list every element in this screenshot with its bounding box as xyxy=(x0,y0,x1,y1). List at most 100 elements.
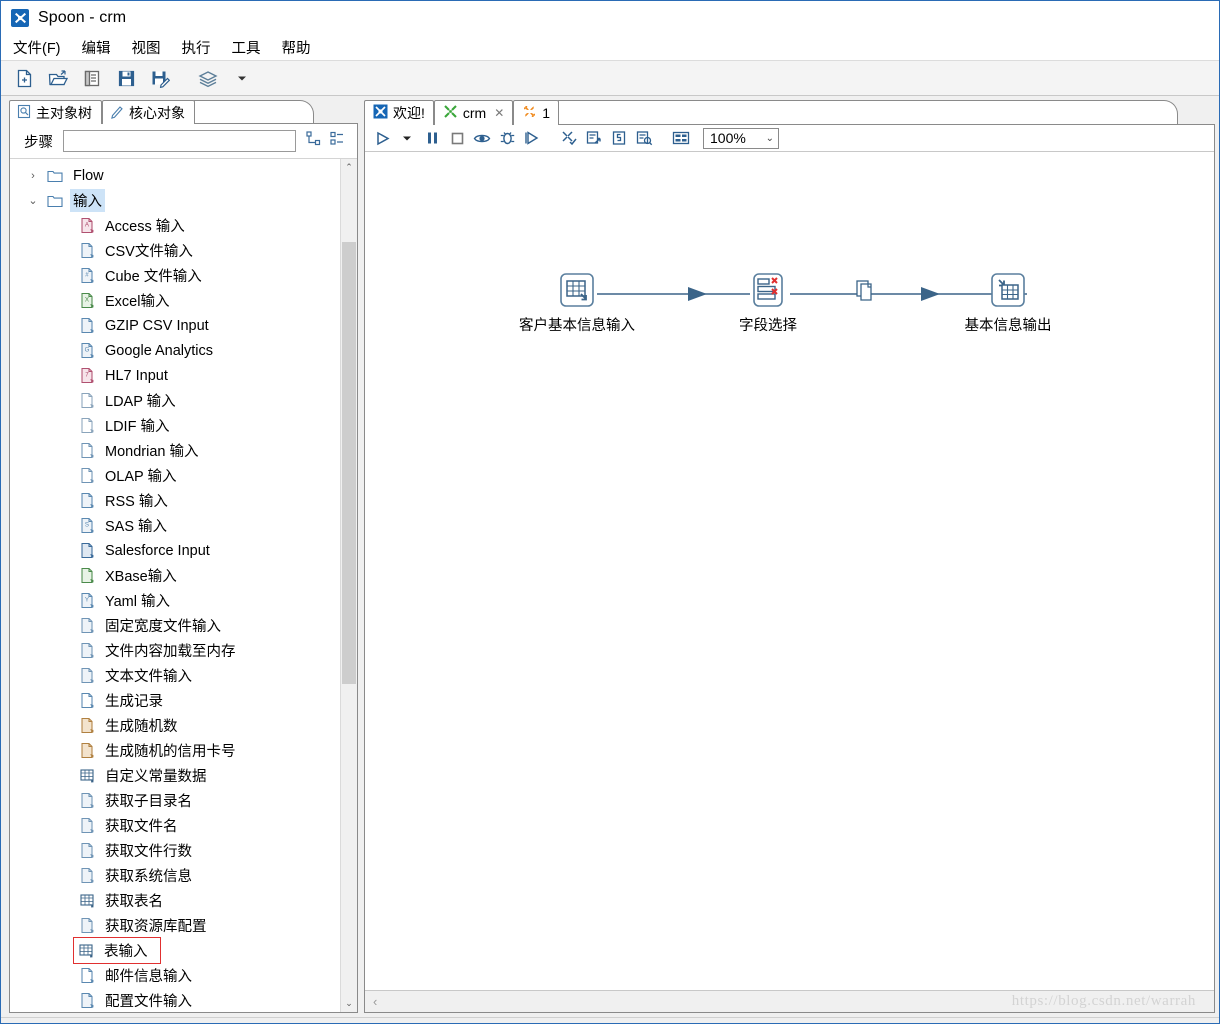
show-last-result-icon[interactable] xyxy=(633,127,655,149)
yaml-input-icon: Y xyxy=(78,592,96,610)
tab-welcome[interactable]: 欢迎! xyxy=(364,100,434,125)
tab-crm[interactable]: crm ✕ xyxy=(433,100,514,125)
generate-sql-icon[interactable] xyxy=(608,127,630,149)
tree-folder-row[interactable]: ⌄ 输入 xyxy=(10,188,340,213)
open-file-icon[interactable] xyxy=(45,65,71,91)
ldif-input-icon xyxy=(78,417,96,435)
transformation-canvas[interactable]: 客户基本信息输入 字段选择 基本信息输出 xyxy=(365,152,1214,990)
copy-rows-icon[interactable] xyxy=(856,280,876,309)
tree-step-row[interactable]: 获取资源库配置 xyxy=(10,913,340,938)
canvas-step-table-output-label: 基本信息输出 xyxy=(964,318,1052,334)
tree-step-row[interactable]: OLAP 输入 xyxy=(10,463,340,488)
tree-step-row[interactable]: XBase输入 xyxy=(10,563,340,588)
tree-row-label: 配置文件输入 xyxy=(105,994,192,1010)
tree-step-row[interactable]: 7 HL7 Input xyxy=(10,363,340,388)
tree-step-row[interactable]: Salesforce Input xyxy=(10,538,340,563)
tree-step-row[interactable]: 文件内容加载至内存 xyxy=(10,638,340,663)
menu-view[interactable]: 视图 xyxy=(132,37,161,58)
explore-repository-icon[interactable] xyxy=(79,65,105,91)
tree-step-row[interactable]: 获取表名 xyxy=(10,888,340,913)
tree-step-row[interactable]: RSS 输入 xyxy=(10,488,340,513)
tree-step-row[interactable]: LDIF 输入 xyxy=(10,413,340,438)
tree-step-row[interactable]: X Excel输入 xyxy=(10,288,340,313)
preview-icon[interactable] xyxy=(471,127,493,149)
expand-all-icon[interactable] xyxy=(306,131,321,151)
svg-text:S: S xyxy=(84,521,88,528)
tree-step-row[interactable]: G Google Analytics xyxy=(10,338,340,363)
collapse-all-icon[interactable] xyxy=(330,131,345,151)
chevron-down-icon[interactable] xyxy=(229,65,255,91)
tab-core-objects[interactable]: 核心对象 xyxy=(102,100,195,124)
scroll-track[interactable] xyxy=(341,176,357,995)
canvas-step-select-values[interactable]: 字段选择 xyxy=(688,272,848,335)
scroll-left-button[interactable]: ‹ xyxy=(373,994,377,1009)
left-tab-tail xyxy=(194,100,314,124)
tree-step-row[interactable]: 获取子目录名 xyxy=(10,788,340,813)
pause-icon[interactable] xyxy=(421,127,443,149)
scroll-down-button[interactable]: ⌄ xyxy=(341,995,357,1012)
verify-transformation-icon[interactable] xyxy=(558,127,580,149)
tree-step-row[interactable]: 生成随机的信用卡号 xyxy=(10,738,340,763)
menu-tools[interactable]: 工具 xyxy=(232,37,261,58)
tree-step-row[interactable]: 邮件信息输入 xyxy=(10,963,340,988)
layers-icon[interactable] xyxy=(195,65,221,91)
tree-step-row[interactable]: CSV文件输入 xyxy=(10,238,340,263)
canvas-footer: ‹ https://blog.csdn.net/warrah xyxy=(365,990,1214,1012)
tree-step-row[interactable]: 获取系统信息 xyxy=(10,863,340,888)
tree-row-label: Yaml 输入 xyxy=(105,594,170,610)
tree-step-row[interactable]: Y Yaml 输入 xyxy=(10,588,340,613)
tree-step-row[interactable]: Mondrian 输入 xyxy=(10,438,340,463)
tree-step-row[interactable]: 获取文件行数 xyxy=(10,838,340,863)
zoom-level-select[interactable]: 100% ⌄ xyxy=(703,127,779,149)
run-icon[interactable] xyxy=(371,127,393,149)
replay-icon[interactable] xyxy=(521,127,543,149)
tree-step-row[interactable]: 表输入 xyxy=(10,937,340,964)
tree-step-row[interactable]: S SAS 输入 xyxy=(10,513,340,538)
tree-step-row[interactable]: 获取文件名 xyxy=(10,813,340,838)
tree-folder-row[interactable]: › Flow xyxy=(10,163,340,188)
new-file-icon[interactable] xyxy=(11,65,37,91)
core-objects-tree[interactable]: › Flow ⌄ 输入 A Access 输入 CSV文件输入 # Cube 文件输入 X Exce… xyxy=(10,159,340,1012)
tree-step-row[interactable]: LDAP 输入 xyxy=(10,388,340,413)
menu-file[interactable]: 文件(F) xyxy=(13,37,61,58)
tree-step-row[interactable]: 文本文件输入 xyxy=(10,663,340,688)
tree-step-row[interactable]: GZIP CSV Input xyxy=(10,313,340,338)
access-input-icon: A xyxy=(78,217,96,235)
canvas-step-table-output[interactable]: 基本信息输出 xyxy=(928,272,1088,335)
menu-edit[interactable]: 编辑 xyxy=(82,37,111,58)
tree-step-row[interactable]: A Access 输入 xyxy=(10,213,340,238)
tree-step-row[interactable]: # Cube 文件输入 xyxy=(10,263,340,288)
tree-step-row[interactable]: 自定义常量数据 xyxy=(10,763,340,788)
tree-step-row[interactable]: 固定宽度文件输入 xyxy=(10,613,340,638)
close-icon[interactable]: ✕ xyxy=(494,106,504,120)
get-files-rowcount-icon xyxy=(78,842,96,860)
run-options-chevron-icon[interactable] xyxy=(396,127,418,149)
show-grid-icon[interactable] xyxy=(670,127,692,149)
table-output-icon xyxy=(990,272,1026,308)
tree-step-row[interactable]: 生成随机数 xyxy=(10,713,340,738)
tree-step-row[interactable]: 生成记录 xyxy=(10,688,340,713)
tree-twisty[interactable]: › xyxy=(26,170,40,182)
tab-core-objects-label: 核心对象 xyxy=(129,104,185,121)
menu-run[interactable]: 执行 xyxy=(182,37,211,58)
tree-twisty[interactable]: ⌄ xyxy=(26,194,40,207)
step-filter-row: 步骤 xyxy=(10,124,357,158)
stop-icon[interactable] xyxy=(446,127,468,149)
save-icon[interactable] xyxy=(113,65,139,91)
tree-step-row[interactable]: 配置文件输入 xyxy=(10,988,340,1012)
tree-vertical-scrollbar[interactable]: ⌃ ⌄ xyxy=(340,159,357,1012)
tree-row-label: 获取文件行数 xyxy=(105,844,192,860)
search-input[interactable] xyxy=(63,130,296,152)
tab-main-object-tree[interactable]: 主对象树 xyxy=(9,100,102,124)
debug-icon[interactable] xyxy=(496,127,518,149)
tab-job-1[interactable]: 1 xyxy=(513,100,560,125)
menu-help[interactable]: 帮助 xyxy=(282,37,311,58)
property-input-icon xyxy=(78,992,96,1010)
save-as-icon[interactable] xyxy=(147,65,173,91)
canvas-step-table-input[interactable]: 客户基本信息输入 xyxy=(497,272,657,335)
get-repository-config-icon xyxy=(78,917,96,935)
scroll-up-button[interactable]: ⌃ xyxy=(341,159,357,176)
scroll-thumb[interactable] xyxy=(342,241,356,684)
impact-analysis-icon[interactable] xyxy=(583,127,605,149)
canvas-step-select-values-label: 字段选择 xyxy=(739,318,797,334)
